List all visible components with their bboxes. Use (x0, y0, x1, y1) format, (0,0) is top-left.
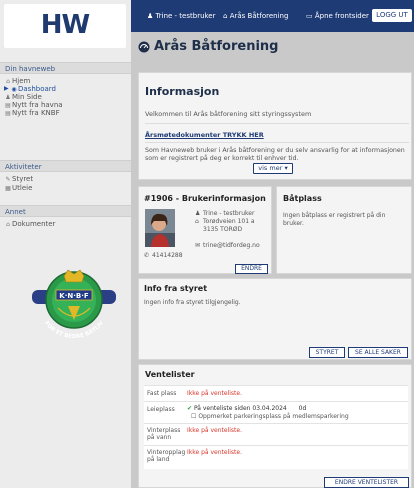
user-phone-text: 41414288 (152, 252, 183, 259)
seal-top-text: K·N·B·F (59, 292, 89, 300)
calendar-icon: ▦ (5, 185, 11, 192)
dashboard-icon (138, 41, 150, 53)
monitor-icon: ▭ (306, 12, 313, 20)
info-welcome-text: Velkommen til Arås båtforening sitt styr… (145, 110, 312, 118)
sidebar-item-label: Nytt fra havna (12, 101, 63, 109)
user-email: ✉ trine@tidfordeg.no (195, 242, 260, 249)
boat-slot-text: Ingen båtplass er registrert på din bruk… (283, 212, 386, 227)
sidebar-item-label: Min Side (12, 93, 42, 101)
waitlist-row-status: Ikke på venteliste. (187, 390, 242, 397)
topbar-club-label: Arås Båtforening (229, 12, 289, 20)
waitlist-row: Fast plass Ikke på venteliste. (144, 385, 408, 401)
waitlist-row-status: Ikke på venteliste. (187, 427, 242, 434)
sidebar-item-dokumenter[interactable]: ⌂ Dokumenter (4, 220, 135, 229)
sidebar-item-label: Utleie (12, 184, 33, 192)
board-info-title: Info fra styret (144, 284, 208, 293)
waitlist-row-days: 0d (298, 405, 307, 412)
waitlist-row: Vinteropplag på land Ikke på venteliste. (144, 445, 408, 469)
user-icon: ♟ (195, 210, 201, 217)
sidebar-item-label: Styret (12, 175, 34, 183)
board-info-text: Ingen info fra styret tilgjengelig. (144, 299, 241, 306)
sidebar-item-label: Hjem (12, 77, 31, 85)
divider (145, 142, 409, 143)
sidebar: HW Din havneweb ⌂ Hjem ▶ ◉Dashboard ♟Min … (0, 0, 131, 488)
user-address: ⌂ Torødveien 101 a 3135 TORØD (195, 218, 255, 234)
boat-slot-panel: Båtplass Ingen båtplass er registrert på… (276, 186, 412, 274)
waitlist-row-status-text: På venteliste siden 03.04.2024 (193, 405, 287, 412)
check-icon: ✔ (187, 405, 193, 412)
waitlist-row-sub-text: Oppmerket parkeringsplass på medlemspark… (198, 413, 349, 420)
topbar-club-link[interactable]: ⌂ Arås Båtforening (223, 12, 288, 20)
page-title: Arås Båtforening (154, 39, 279, 54)
waitlist-row-label: Fast plass (147, 390, 177, 397)
dashboard-icon: ◉ (11, 86, 17, 93)
sidebar-section-aktiviteter: Aktiviteter (0, 160, 131, 172)
knbf-seal-logo: K·N·B·F FOR ET BEDRE BÅTLIV (32, 269, 116, 340)
sidebar-item-label: Nytt fra KNBF (12, 109, 60, 117)
envelope-icon: ✉ (195, 242, 201, 249)
logout-button[interactable]: LOGG UT (372, 9, 412, 22)
topbar-open-front-label: Åpne frontsider (314, 12, 369, 20)
waitlist-row-status: Ikke på venteliste. (187, 449, 242, 456)
board-button[interactable]: STYRET (309, 347, 345, 358)
user-address-line2: 3135 TORØD (203, 226, 243, 233)
divider (145, 123, 409, 124)
top-bar: ♟ Trine - testbruker ⌂ Arås Båtforening … (131, 0, 414, 32)
user-icon: ♟ (147, 12, 154, 20)
active-arrow-icon: ▶ (4, 85, 9, 92)
info-panel: Informasjon Velkommen til Arås båtforeni… (138, 72, 412, 180)
sidebar-item-styret[interactable]: ✎Styret (4, 175, 135, 184)
user-address-line1: Torødveien 101 a (203, 218, 255, 225)
news-icon: ▤ (5, 102, 11, 109)
boat-slot-title: Båtplass (283, 194, 322, 203)
waitlist-row: Leieplass ✔ På venteliste siden 03.04.20… (144, 401, 408, 423)
waitlist-row-sub: ☐ Oppmerket parkeringsplass på medlemspa… (191, 413, 349, 420)
sidebar-item-utleie[interactable]: ▦Utleie (4, 184, 135, 193)
topbar-open-front-link[interactable]: ▭ Åpne frontsider (306, 12, 369, 20)
user-photo (145, 209, 175, 247)
home-icon: ⌂ (6, 78, 10, 85)
pen-icon: ✎ (5, 176, 11, 183)
sidebar-item-nytt-knbf[interactable]: ▤Nytt fra KNBF (4, 109, 135, 118)
waitlist-row-label: Vinterplass på vann (147, 427, 181, 441)
waitlist-row-status: ✔ På venteliste siden 03.04.2024 0d (187, 405, 306, 412)
user-name: ♟ Trine - testbruker (195, 210, 254, 217)
see-all-cases-button[interactable]: SE ALLE SAKER (348, 347, 408, 358)
sidebar-section-havneweb: Din havneweb (0, 62, 131, 74)
user-icon: ♟ (5, 94, 11, 101)
building-icon: ⌂ (6, 221, 10, 228)
waitlist-row-label: Leieplass (147, 406, 175, 413)
topbar-user-link[interactable]: ♟ Trine - testbruker (147, 12, 216, 20)
board-info-panel: Info fra styret Ingen info fra styret ti… (138, 278, 412, 360)
sidebar-item-label: Dashboard (18, 85, 56, 93)
user-name-text: Trine - testbruker (203, 210, 255, 217)
user-phone: ✆ 41414288 (144, 252, 183, 259)
home-icon: ⌂ (223, 12, 228, 20)
news-icon: ▤ (5, 110, 11, 117)
chevron-down-icon: ▾ (284, 164, 288, 172)
waitlist-row: Vinterplass på vann Ikke på venteliste. (144, 423, 408, 445)
show-more-button[interactable]: vis mer ▾ (253, 163, 293, 174)
phone-icon: ✆ (144, 252, 150, 259)
edit-waitlists-button[interactable]: ENDRE VENTELISTER (324, 477, 409, 488)
user-info-title: #1906 - Brukerinformasjon (144, 194, 266, 203)
logo[interactable]: HW (4, 4, 126, 48)
topbar-user-label: Trine - testbruker (155, 12, 216, 20)
waitlist-panel: Ventelister Fast plass Ikke på ventelist… (138, 364, 412, 488)
waitlist-title: Ventelister (145, 370, 195, 379)
edit-user-button[interactable]: ENDRE (235, 264, 268, 274)
sidebar-section-annet: Annet (0, 205, 131, 217)
info-title: Informasjon (145, 85, 220, 98)
annual-meeting-docs-link[interactable]: Årsmøtedokumenter TRYKK HER (145, 131, 264, 139)
checkbox-icon: ☐ (191, 413, 197, 420)
info-body-text: Som Havneweb bruker i Arås båtforening e… (145, 147, 405, 162)
home-icon: ⌂ (195, 218, 199, 225)
user-info-panel: #1906 - Brukerinformasjon ♟ Trine - testb… (138, 186, 272, 274)
waitlist-row-label: Vinteropplag på land (147, 449, 186, 463)
show-more-label: vis mer (258, 164, 283, 172)
user-email-text: trine@tidfordeg.no (203, 242, 260, 249)
sidebar-item-label: Dokumenter (12, 220, 56, 228)
logo-text: HW (40, 10, 90, 40)
